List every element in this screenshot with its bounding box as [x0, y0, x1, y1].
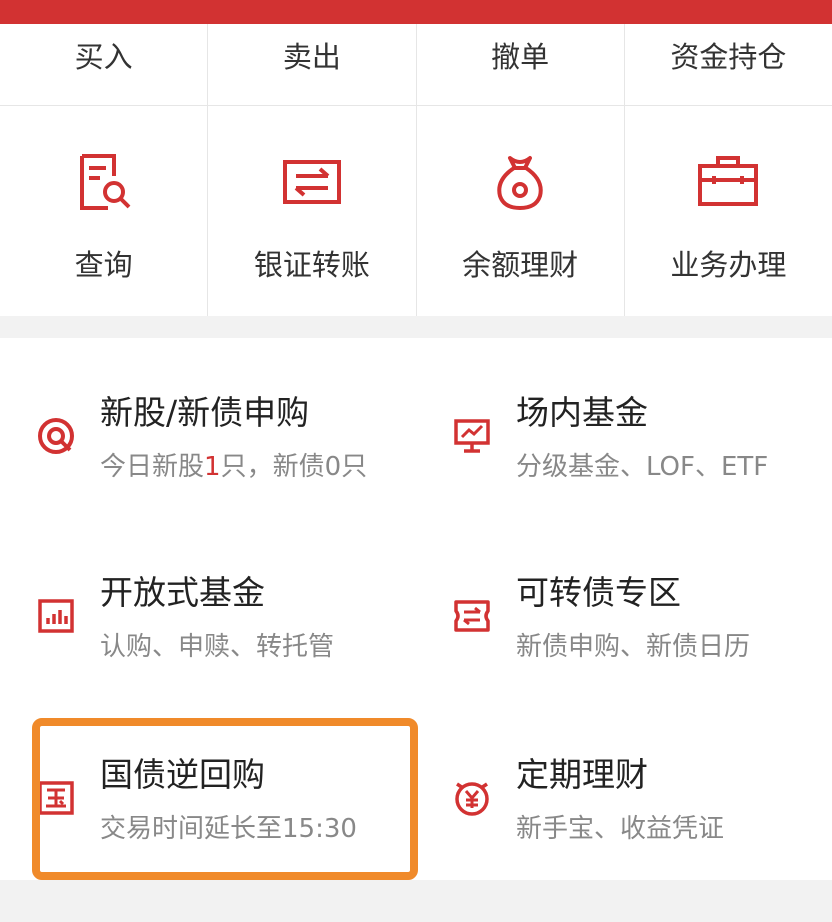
cancel-order-label: 撤单: [491, 40, 550, 74]
bank-transfer-button[interactable]: 银证转账: [208, 106, 417, 316]
quick-action-row: 买入 卖出 撤单 资金持仓: [0, 24, 832, 106]
balance-finance-label: 余额理财: [462, 248, 579, 282]
new-ipo-count: 1: [204, 452, 221, 482]
monitor-chart-icon: [450, 414, 494, 458]
exchange-fund-subtitle: 分级基金、LOF、ETF: [516, 452, 769, 482]
buy-label: 买入: [74, 40, 133, 74]
balance-finance-button[interactable]: 余额理财: [417, 106, 625, 316]
convertible-bond-title: 可转债专区: [516, 573, 681, 612]
fixed-term-finance-subtitle: 新手宝、收益凭证: [516, 814, 725, 844]
open-end-fund-title: 开放式基金: [100, 573, 265, 612]
funds-positions-label: 资金持仓: [670, 40, 787, 74]
selection-highlight: [32, 718, 418, 880]
ipo-subscription-item[interactable]: 新股/新债申购 今日新股1只，新债0只: [34, 386, 424, 506]
funds-positions-button[interactable]: 资金持仓: [625, 24, 832, 105]
buy-button[interactable]: 买入: [0, 24, 209, 105]
money-bag-icon: [486, 148, 554, 216]
exchange-fund-item[interactable]: 场内基金 分级基金、LOF、ETF: [450, 386, 832, 506]
briefcase-icon: [694, 148, 762, 216]
query-button[interactable]: 查询: [0, 106, 209, 316]
bank-transfer-label: 银证转账: [253, 248, 370, 282]
ipo-subscription-subtitle: 今日新股1只，新债0只: [100, 452, 368, 482]
open-end-fund-subtitle: 认购、申赎、转托管: [100, 632, 335, 662]
convertible-bond-subtitle: 新债申购、新债日历: [516, 632, 751, 662]
open-end-fund-item[interactable]: 开放式基金 认购、申赎、转托管: [34, 566, 424, 686]
exchange-fund-title: 场内基金: [516, 393, 648, 432]
icon-action-row: 查询 银证转账 余额理财 业务办理: [0, 106, 832, 316]
yen-clock-icon: [450, 776, 494, 820]
target-icon: [34, 414, 78, 458]
sell-label: 卖出: [282, 40, 341, 74]
cancel-order-button[interactable]: 撤单: [417, 24, 625, 105]
exchange-ticket-icon: [450, 594, 494, 638]
bar-chart-icon: [34, 594, 78, 638]
business-handling-button[interactable]: 业务办理: [625, 106, 832, 316]
transfer-icon: [278, 148, 346, 216]
sell-button[interactable]: 卖出: [208, 24, 417, 105]
top-status-bar: [0, 0, 832, 24]
bottom-divider: [0, 880, 832, 922]
search-document-icon: [70, 148, 138, 216]
query-label: 查询: [74, 248, 133, 282]
ipo-subscription-title: 新股/新债申购: [100, 393, 310, 432]
fixed-term-finance-title: 定期理财: [516, 755, 648, 794]
convertible-bond-item[interactable]: 可转债专区 新债申购、新债日历: [450, 566, 832, 686]
business-handling-label: 业务办理: [670, 248, 787, 282]
fixed-term-finance-item[interactable]: 定期理财 新手宝、收益凭证: [450, 748, 832, 868]
